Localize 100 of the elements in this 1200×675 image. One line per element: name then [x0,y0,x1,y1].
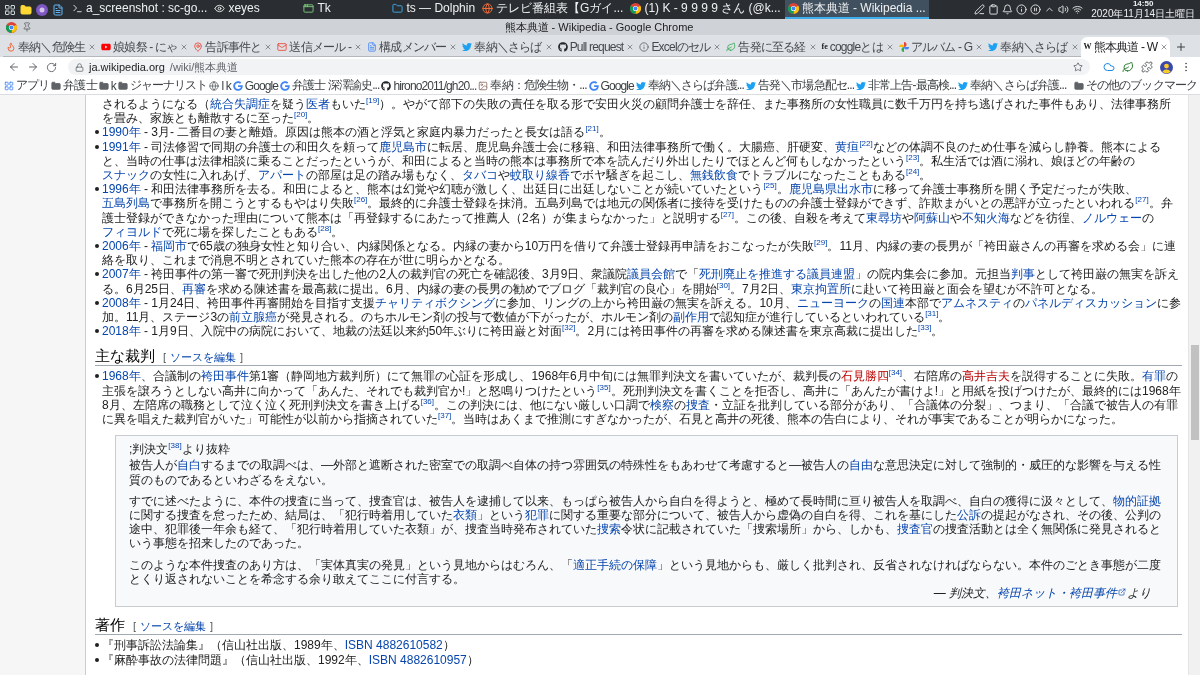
browser-tab[interactable]: 告発に至る経 [723,37,819,57]
close-icon[interactable] [808,43,817,51]
link[interactable]: 公訴 [957,508,981,523]
bookmark-item[interactable]: 弁護士 深澤諭史... [280,77,380,94]
link[interactable]: 2007年 [102,267,141,282]
bookmark-item[interactable]: ジャーナリスト [117,77,208,94]
link[interactable]: 前立腺癌 [229,310,278,325]
reference-link[interactable]: [34] [888,368,903,378]
close-icon[interactable] [885,43,894,51]
close-icon[interactable] [354,43,363,51]
link[interactable]: 蚊取り線香 [510,168,570,182]
bookmark-item[interactable]: アプリ [4,77,50,94]
close-icon[interactable] [1070,43,1079,51]
link[interactable]: 医者 [306,97,330,111]
link[interactable]: 犯罪 [525,508,549,523]
bookmark-item[interactable]: hirono2011/gh20... [381,78,477,93]
link[interactable]: ノルウェー [1082,210,1143,225]
link[interactable]: アムネスティ [940,295,1013,310]
bookmark-item[interactable]: l k [209,78,231,93]
link[interactable]: 石見勝四 [840,369,889,384]
link[interactable]: アパート [258,168,306,182]
link[interactable]: 高井吉夫 [962,369,1011,384]
avatar-icon[interactable] [1160,60,1173,74]
puzzle-icon[interactable] [1141,61,1153,73]
link[interactable]: スナック [102,168,150,182]
reference-link[interactable]: [32] [562,323,576,333]
bookmark-item[interactable]: 告発＼市場急配セ... [746,77,855,94]
link[interactable]: 副作用 [673,310,710,325]
link[interactable]: 阿蘇山 [914,210,951,225]
back-icon[interactable] [8,61,20,73]
link[interactable]: タバコ [462,168,498,182]
browser-tab[interactable]: 奉納＼危険生 [3,37,99,57]
taskbar-button[interactable]: 熊本典道 - Wikipedia ... [784,0,929,19]
reference-link[interactable]: [36] [420,396,435,406]
browser-tab[interactable]: 奉納＼さらば [459,37,555,57]
link[interactable]: 死刑廃止を推進する議員連盟 [699,267,856,282]
link[interactable]: 自白 [177,458,201,473]
reference-link[interactable]: [19] [366,96,380,105]
link[interactable]: 黄疸 [835,139,860,154]
link[interactable]: 無銭飲食 [690,168,738,182]
bell-icon[interactable] [1002,4,1014,15]
browser-tab[interactable]: 送信メール - [274,37,365,57]
taskbar-button[interactable]: Tk [300,0,389,19]
reference-link[interactable]: [30] [716,280,731,290]
close-icon[interactable] [544,43,553,51]
bookmark-item[interactable]: 奉納＼さらば弁護... [635,77,744,94]
close-icon[interactable] [1160,43,1169,51]
link[interactable]: 捜索 [597,522,621,537]
link[interactable]: 有罪 [1142,369,1167,384]
new-tab-plus-icon[interactable] [1175,41,1188,53]
browser-tab[interactable]: Pull request [554,37,637,57]
reference-link[interactable]: [28] [318,223,332,233]
link[interactable]: 適正手続の保障 [573,557,657,572]
link[interactable]: 不知火海 [962,210,1011,225]
info-icon[interactable] [1016,4,1028,15]
link[interactable]: 国連 [880,295,905,310]
link[interactable]: 2006年 [102,239,141,254]
link[interactable]: フィヨルド [102,224,162,239]
reference-link[interactable]: [35] [597,382,611,392]
reference-link[interactable]: [23] [906,152,920,162]
link[interactable]: 再審 [182,281,207,296]
link[interactable]: 捜査 [686,397,711,412]
bookmark-item[interactable]: 奉納＼さらば弁護... [958,77,1067,94]
browser-tab[interactable]: アルバム - G [895,37,986,57]
link[interactable]: 袴田ネット・袴田事件 [997,586,1117,601]
folder-icon[interactable] [20,3,32,16]
close-icon[interactable] [264,43,273,51]
link[interactable]: 統合失調症 [210,97,270,111]
cloud-icon[interactable] [1103,61,1115,73]
browser-tab[interactable]: 娘娘祭 - にゃ [98,37,191,57]
bookmark-item[interactable]: その他のブックマーク [1074,77,1197,94]
link[interactable]: 物的証拠 [1113,493,1161,508]
reference-link[interactable]: [27] [720,209,735,219]
link[interactable]: 五島列島 [102,196,150,211]
browser-tab[interactable]: Excelのセル [636,37,724,57]
pen-icon[interactable] [974,4,986,15]
bookmark-item[interactable]: Google [588,78,634,93]
taskbar-button[interactable]: ts — Dolphin [389,0,479,19]
reference-link[interactable]: [25] [763,181,777,191]
link[interactable]: 袴田事件 [200,369,249,384]
close-icon[interactable] [713,43,722,51]
close-icon[interactable] [180,43,189,51]
link[interactable]: 議員会館 [627,267,676,282]
link[interactable]: 東尋坊 [866,210,903,225]
document-icon[interactable] [52,3,64,16]
link[interactable]: ISBN 4882610582 [344,638,443,653]
link[interactable]: 1991年 [102,139,141,154]
reference-link[interactable]: [27] [1135,195,1149,205]
bookmark-item[interactable]: 奉納：危険生物・... [478,77,587,94]
close-icon[interactable] [975,43,984,51]
link[interactable]: 検察 [650,397,675,412]
reference-link[interactable]: [29] [814,238,828,248]
reference-link[interactable]: [26] [354,195,368,205]
link[interactable]: 2018年 [102,324,141,339]
taskbar-button[interactable]: テレビ番組表【Gガイ... [479,0,627,19]
link[interactable]: 自由 [849,458,873,473]
leaf-icon[interactable] [1122,61,1134,73]
link[interactable]: 東京拘置所 [791,281,852,296]
bookmark-item[interactable]: k [98,78,116,93]
address-field[interactable]: ja.wikipedia.org /wiki/熊本典道 [68,59,1090,75]
